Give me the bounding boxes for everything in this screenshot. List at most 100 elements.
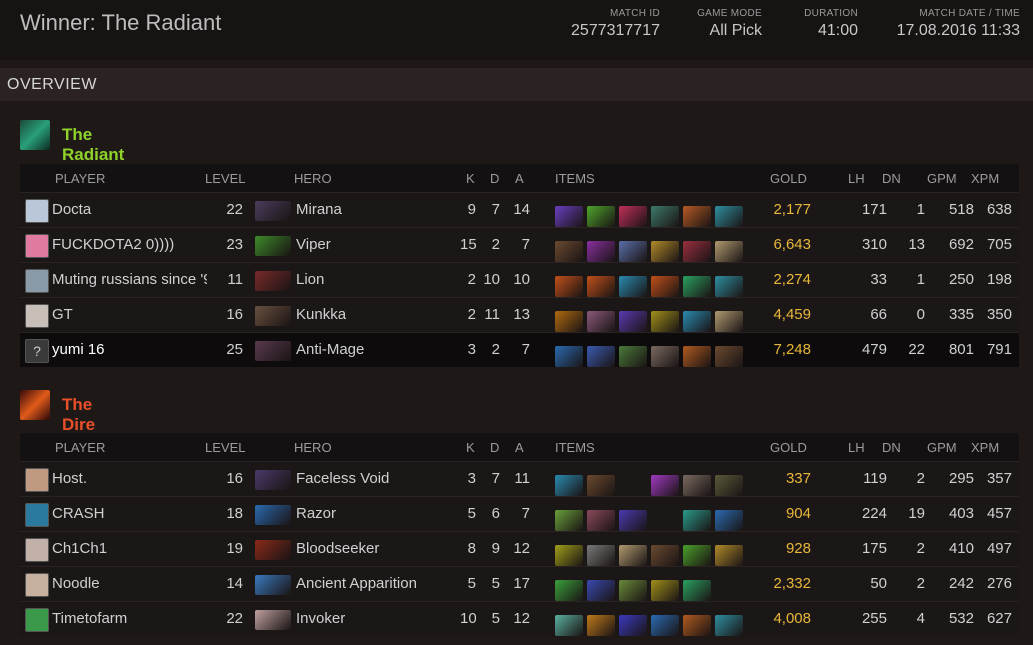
hero-portrait[interactable]	[255, 306, 291, 326]
item-icon[interactable]	[683, 311, 711, 332]
item-icon[interactable]	[587, 241, 615, 262]
item-icon[interactable]	[619, 206, 647, 227]
hero-portrait[interactable]	[255, 236, 291, 256]
column-header-hero[interactable]: HERO	[294, 440, 332, 455]
column-header-a[interactable]: A	[515, 171, 524, 186]
hero-portrait[interactable]	[255, 505, 291, 525]
column-header-k[interactable]: K	[466, 440, 475, 455]
item-icon[interactable]	[555, 545, 583, 566]
item-icon[interactable]	[619, 580, 647, 601]
hero-name[interactable]: Bloodseeker	[296, 540, 456, 557]
column-header-level[interactable]: LEVEL	[205, 171, 245, 186]
item-icon[interactable]	[587, 510, 615, 531]
item-icon[interactable]	[651, 276, 679, 297]
column-header-k[interactable]: K	[466, 171, 475, 186]
column-header-xpm[interactable]: XPM	[971, 440, 999, 455]
item-icon[interactable]	[555, 276, 583, 297]
item-icon[interactable]	[587, 206, 615, 227]
column-header-level[interactable]: LEVEL	[205, 440, 245, 455]
column-header-lh[interactable]: LH	[848, 440, 865, 455]
column-header-items[interactable]: ITEMS	[555, 440, 595, 455]
column-header-xpm[interactable]: XPM	[971, 171, 999, 186]
item-icon[interactable]	[587, 475, 615, 496]
column-header-items[interactable]: ITEMS	[555, 171, 595, 186]
item-icon[interactable]	[715, 615, 743, 636]
item-icon[interactable]	[555, 615, 583, 636]
item-icon[interactable]	[715, 206, 743, 227]
hero-portrait[interactable]	[255, 201, 291, 221]
item-icon[interactable]	[587, 276, 615, 297]
item-icon[interactable]	[555, 475, 583, 496]
player-avatar[interactable]	[25, 538, 49, 562]
item-icon[interactable]	[715, 346, 743, 367]
item-icon[interactable]	[587, 311, 615, 332]
item-icon[interactable]	[555, 580, 583, 601]
player-row[interactable]: Docta 22 Mirana 9 7 14 2,177 171 1 518 638	[20, 192, 1019, 227]
hero-name[interactable]: Ancient Apparition	[296, 575, 456, 592]
player-row[interactable]: Timetofarm 22 Invoker 10 5 12 4,008 255 4 532 627	[20, 601, 1019, 636]
player-name[interactable]: Timetofarm	[52, 610, 207, 627]
column-header-player[interactable]: PLAYER	[55, 440, 105, 455]
item-icon[interactable]	[683, 241, 711, 262]
column-header-dn[interactable]: DN	[882, 171, 901, 186]
column-header-player[interactable]: PLAYER	[55, 171, 105, 186]
item-icon[interactable]	[555, 311, 583, 332]
hero-name[interactable]: Mirana	[296, 201, 456, 218]
player-avatar[interactable]	[25, 468, 49, 492]
item-icon[interactable]	[619, 276, 647, 297]
player-name[interactable]: GT	[52, 306, 207, 323]
player-row[interactable]: GT 16 Kunkka 2 11 13 4,459 66 0 335 350	[20, 297, 1019, 332]
hero-portrait[interactable]	[255, 341, 291, 361]
player-name[interactable]: Docta	[52, 201, 207, 218]
item-icon[interactable]	[651, 545, 679, 566]
item-icon[interactable]	[683, 510, 711, 531]
item-icon[interactable]	[587, 615, 615, 636]
player-row[interactable]: Muting russians since '9 11 Lion 2 10 10 2,274…	[20, 262, 1019, 297]
player-row[interactable]: CRASH 18 Razor 5 6 7 904 224 19 403 457	[20, 496, 1019, 531]
item-icon[interactable]	[651, 241, 679, 262]
player-name[interactable]: Ch1Ch1	[52, 540, 207, 557]
player-name[interactable]: Noodle	[52, 575, 207, 592]
item-icon[interactable]	[587, 545, 615, 566]
player-name[interactable]: Host.	[52, 470, 207, 487]
item-icon[interactable]	[555, 510, 583, 531]
item-icon[interactable]	[715, 475, 743, 496]
item-icon[interactable]	[619, 545, 647, 566]
column-header-d[interactable]: D	[490, 171, 499, 186]
hero-name[interactable]: Lion	[296, 271, 456, 288]
item-icon[interactable]	[651, 475, 679, 496]
item-icon[interactable]	[683, 545, 711, 566]
item-icon[interactable]	[555, 346, 583, 367]
column-header-lh[interactable]: LH	[848, 171, 865, 186]
overview-tab[interactable]: OVERVIEW	[0, 68, 1033, 101]
column-header-gpm[interactable]: GPM	[927, 440, 957, 455]
column-header-hero[interactable]: HERO	[294, 171, 332, 186]
item-icon[interactable]	[555, 241, 583, 262]
player-name[interactable]: FUCKDOTA2 0))))	[52, 236, 207, 253]
player-name[interactable]: Muting russians since '9	[52, 271, 207, 288]
player-avatar[interactable]	[25, 608, 49, 632]
hero-name[interactable]: Anti-Mage	[296, 341, 456, 358]
player-row[interactable]: ? yumi 16 25 Anti-Mage 3 2 7 7,248 479 22 801 791	[20, 332, 1019, 367]
item-icon[interactable]	[619, 346, 647, 367]
hero-name[interactable]: Viper	[296, 236, 456, 253]
hero-name[interactable]: Faceless Void	[296, 470, 456, 487]
player-avatar[interactable]	[25, 304, 49, 328]
item-icon[interactable]	[619, 510, 647, 531]
player-avatar[interactable]	[25, 503, 49, 527]
player-name[interactable]: yumi 16	[52, 341, 207, 358]
item-icon[interactable]	[683, 475, 711, 496]
column-header-gold[interactable]: GOLD	[770, 440, 807, 455]
item-icon[interactable]	[715, 311, 743, 332]
item-icon[interactable]	[587, 580, 615, 601]
item-icon[interactable]	[683, 346, 711, 367]
item-icon[interactable]	[651, 580, 679, 601]
item-icon[interactable]	[715, 545, 743, 566]
column-header-gold[interactable]: GOLD	[770, 171, 807, 186]
hero-name[interactable]: Kunkka	[296, 306, 456, 323]
item-icon[interactable]	[683, 206, 711, 227]
item-icon[interactable]	[619, 241, 647, 262]
player-avatar[interactable]	[25, 234, 49, 258]
player-row[interactable]: FUCKDOTA2 0)))) 23 Viper 15 2 7 6,643 310 13 692 7…	[20, 227, 1019, 262]
item-icon[interactable]	[619, 311, 647, 332]
